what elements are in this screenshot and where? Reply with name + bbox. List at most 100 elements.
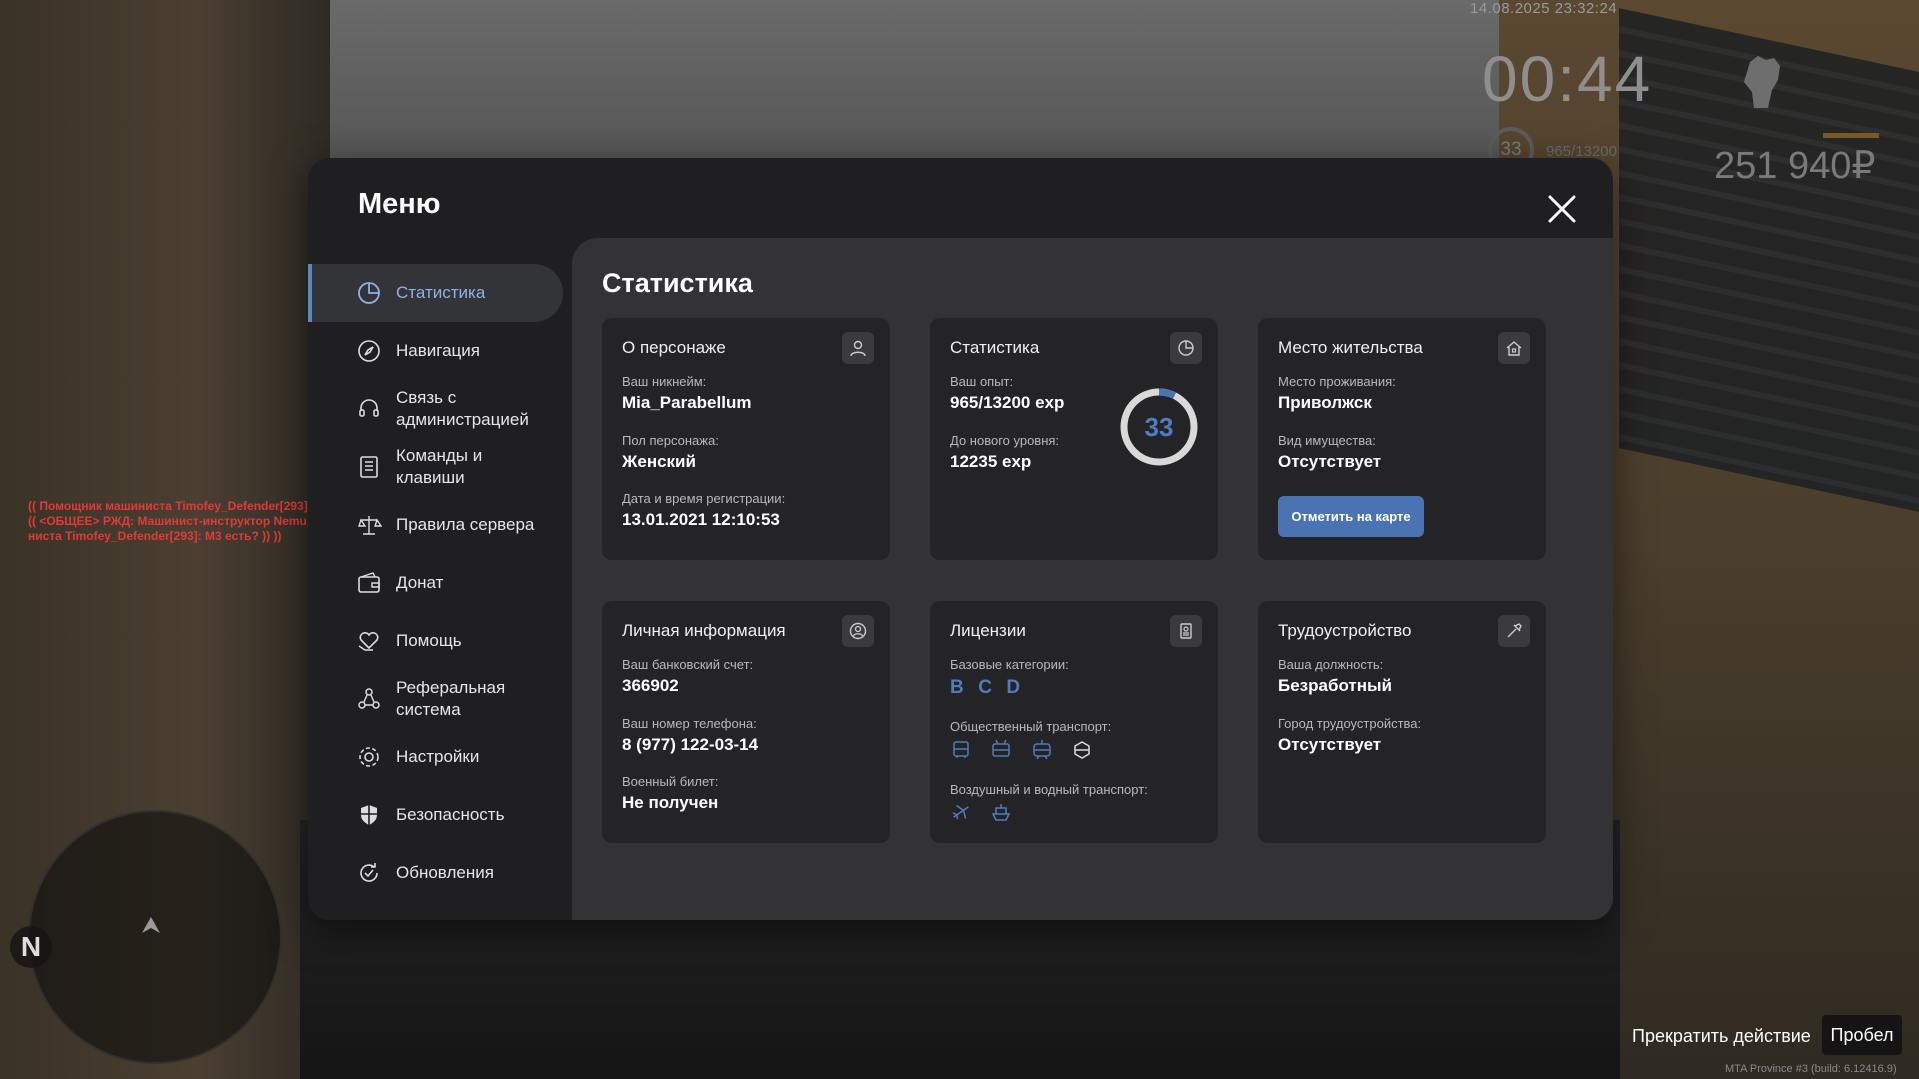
property-label: Вид имущества:	[1278, 433, 1376, 448]
nickname-label: Ваш никнейм:	[622, 374, 707, 389]
refresh-check-icon	[360, 863, 378, 882]
menu-title: Меню	[358, 188, 441, 220]
people-network-icon	[358, 688, 380, 709]
nickname-value: Mia_Parabellum	[622, 393, 752, 412]
fist-icon	[1744, 56, 1780, 108]
card-title: Место жительства	[1278, 338, 1423, 357]
registration-label: Дата и время регистрации:	[622, 491, 786, 506]
user-circle-icon	[842, 615, 874, 647]
boat-icon	[992, 804, 1011, 821]
house-icon	[1498, 332, 1530, 364]
air-water-label: Воздушный и водный транспорт:	[950, 782, 1148, 797]
sidebar-item-label: Реферальная система	[396, 678, 506, 719]
license-category: C	[978, 677, 992, 698]
pie-chart-icon	[358, 282, 380, 304]
next-level-label: До нового уровня:	[950, 433, 1060, 448]
exp-label: Ваш опыт:	[950, 374, 1014, 389]
base-categories: B C D	[950, 677, 1030, 699]
sidebar-item-security[interactable]: Безопасность	[308, 786, 563, 844]
tram-icon	[1033, 740, 1051, 760]
stop-action-hint: Прекратить действие	[1632, 1026, 1811, 1046]
card-character: О персонаже Ваш никнейм: Mia_Parabellum …	[602, 318, 890, 560]
card-title: О персонаже	[622, 338, 726, 357]
metro-icon	[1074, 741, 1091, 759]
scales-icon	[358, 516, 382, 535]
build-info: MTA Province #3 (build: 6.12416.9)	[1725, 1063, 1897, 1075]
public-transport-label: Общественный транспорт:	[950, 719, 1112, 734]
position-label: Ваша должность:	[1278, 657, 1384, 672]
place-value: Приволжск	[1278, 393, 1372, 412]
compass-icon	[358, 340, 380, 362]
content-title: Статистика	[602, 268, 753, 298]
sidebar-item-label: Помощь	[396, 631, 462, 650]
license-category: D	[1006, 677, 1021, 698]
registration-value: 13.01.2021 12:10:53	[622, 510, 780, 529]
sidebar-item-label: Настройки	[396, 747, 480, 766]
sidebar: Статистика Навигация Связь с администрац…	[308, 264, 563, 902]
air-water-icons	[950, 801, 1026, 823]
card-title: Статистика	[950, 338, 1040, 357]
wallet-icon	[358, 572, 380, 593]
minimap	[28, 810, 282, 1064]
sidebar-item-statistics[interactable]: Статистика	[308, 264, 563, 322]
card-title: Лицензии	[950, 621, 1026, 640]
card-stats: Статистика Ваш опыт: 965/13200 exp До но…	[930, 318, 1218, 560]
close-icon[interactable]	[1546, 193, 1578, 225]
sidebar-item-label: Безопасность	[396, 805, 505, 824]
military-label: Военный билет:	[622, 774, 719, 789]
gender-label: Пол персонажа:	[622, 433, 719, 448]
sidebar-item-donate[interactable]: Донат	[308, 554, 563, 612]
gender-value: Женский	[622, 452, 696, 471]
place-label: Место проживания:	[1278, 374, 1396, 389]
minimap-north: N	[10, 926, 52, 968]
property-value: Отсутствует	[1278, 452, 1382, 471]
card-employment: Трудоустройство Ваша должность: Безработ…	[1258, 601, 1546, 843]
sidebar-item-label: Команды и клавиши	[396, 446, 483, 487]
military-value: Не получен	[622, 793, 719, 812]
sidebar-item-updates[interactable]: Обновления	[308, 844, 563, 902]
card-title: Личная информация	[622, 621, 786, 640]
sidebar-item-label: Обновления	[396, 863, 494, 882]
trolleybus-icon	[992, 739, 1011, 757]
license-badge-icon	[1170, 615, 1202, 647]
work-city-value: Отсутствует	[1278, 735, 1382, 754]
level-ring: 33	[1120, 388, 1198, 466]
sidebar-item-help[interactable]: Помощь	[308, 612, 563, 670]
user-icon	[842, 332, 874, 364]
sidebar-item-referral[interactable]: Реферальная система	[308, 670, 563, 728]
airplane-icon	[952, 804, 969, 820]
space-key-button[interactable]: Пробел	[1822, 1015, 1902, 1055]
mark-on-map-button[interactable]: Отметить на карте	[1278, 496, 1424, 537]
bank-label: Ваш банковский счет:	[622, 657, 754, 672]
hud-money: 251 940₽	[1714, 145, 1876, 187]
headset-icon	[359, 399, 379, 417]
sidebar-item-label: Статистика	[396, 283, 486, 302]
sidebar-item-contact-admin[interactable]: Связь с администрацией	[308, 380, 563, 438]
sidebar-item-navigation[interactable]: Навигация	[308, 322, 563, 380]
sidebar-item-label: Навигация	[396, 341, 480, 360]
player-arrow-icon	[142, 917, 160, 933]
sidebar-item-label: Связь с администрацией	[396, 388, 529, 429]
bus-icon	[953, 741, 969, 758]
sidebar-item-rules[interactable]: Правила сервера	[308, 496, 563, 554]
hud-money-bar	[1823, 133, 1879, 138]
base-categories-label: Базовые категории:	[950, 657, 1069, 672]
card-residence: Место жительства Место проживания: Приво…	[1258, 318, 1546, 560]
gear-icon	[359, 747, 379, 767]
scene-ceiling	[330, 0, 1580, 170]
sidebar-item-commands[interactable]: Команды и клавиши	[308, 438, 563, 496]
level-number: 33	[1145, 412, 1174, 442]
heart-hand-icon	[358, 631, 379, 651]
phone-label: Ваш номер телефона:	[622, 716, 757, 731]
card-title: Трудоустройство	[1278, 621, 1412, 640]
position-value: Безработный	[1278, 676, 1392, 695]
bank-value: 366902	[622, 676, 679, 695]
card-personal: Личная информация Ваш банковский счет: 3…	[602, 601, 890, 843]
shield-icon	[361, 805, 377, 825]
document-list-icon	[360, 456, 378, 478]
next-level-value: 12235 exp	[950, 452, 1032, 471]
public-transport-icons	[950, 739, 1107, 761]
work-city-label: Город трудоустройства:	[1278, 716, 1422, 731]
sidebar-item-settings[interactable]: Настройки	[308, 728, 563, 786]
hud-timer: 00:44	[1482, 43, 1653, 115]
